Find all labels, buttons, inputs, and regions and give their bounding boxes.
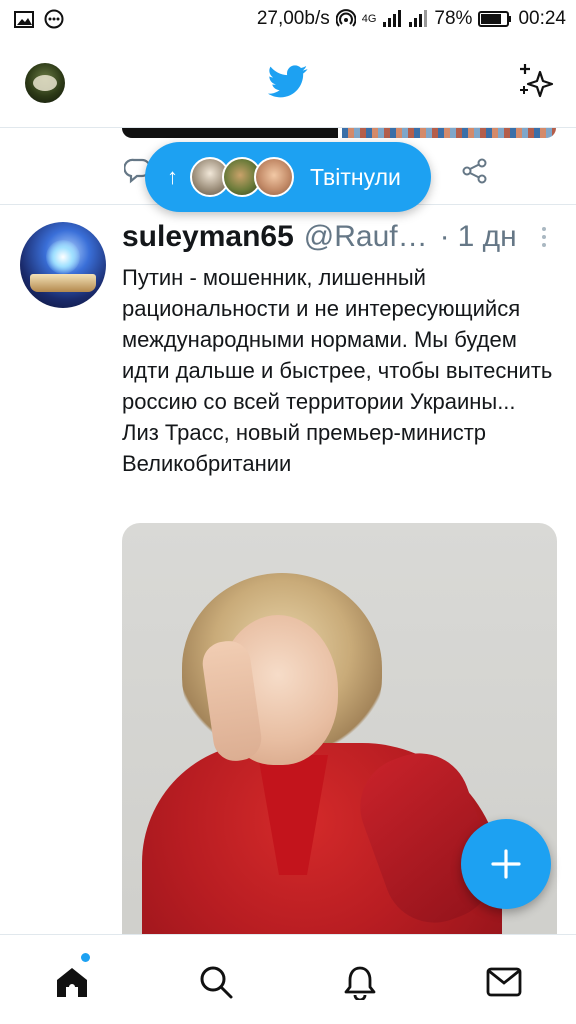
signal-icon xyxy=(382,10,402,28)
tweet-header: suleyman65 @Rauf… · 1 дн xyxy=(122,220,562,260)
share-icon[interactable] xyxy=(461,157,489,190)
new-tweets-label: Твітнули xyxy=(310,163,401,190)
previous-tweet-media[interactable] xyxy=(122,128,556,138)
gallery-icon xyxy=(14,10,34,28)
arrow-up-icon: ↑ xyxy=(167,164,178,189)
search-icon[interactable] xyxy=(196,962,236,1002)
twitter-bird-icon[interactable] xyxy=(268,65,308,104)
profile-avatar[interactable] xyxy=(25,63,65,103)
tweet-time[interactable]: 1 дн xyxy=(458,220,517,254)
more-notifications-icon xyxy=(44,9,64,29)
compose-tweet-button[interactable] xyxy=(461,819,551,909)
messages-icon[interactable] xyxy=(484,962,524,1002)
app-header xyxy=(0,38,576,128)
tweet-separator: · xyxy=(439,220,450,253)
tweet-display-name[interactable]: suleyman65 xyxy=(122,220,294,254)
status-bar: 27,00b/s 4G 78% 00:24 xyxy=(0,0,576,38)
clock: 00:24 xyxy=(518,8,566,29)
tweet-handle[interactable]: @Rauf… xyxy=(304,220,428,254)
hotspot-icon xyxy=(335,9,356,29)
avatar xyxy=(254,157,294,197)
signal-icon-2 xyxy=(408,10,428,28)
network-speed: 27,00b/s xyxy=(256,8,330,29)
sparkle-icon[interactable] xyxy=(516,62,556,107)
tweet-author-avatar[interactable] xyxy=(20,222,106,308)
battery-icon xyxy=(478,10,512,28)
network-type: 4G xyxy=(361,13,377,25)
plus-icon xyxy=(491,849,521,879)
home-icon[interactable] xyxy=(52,962,92,1002)
more-options-icon[interactable] xyxy=(538,226,550,248)
notifications-icon[interactable] xyxy=(340,962,380,1002)
tweet-text: Путин - мошенник, лишенный рациональност… xyxy=(122,265,553,476)
new-tweets-avatars xyxy=(190,157,294,197)
bottom-navigation xyxy=(0,934,576,1024)
battery-percent: 78% xyxy=(434,8,473,29)
new-tweets-button[interactable]: ↑ Твітнули xyxy=(145,142,431,212)
home-unread-badge xyxy=(81,953,90,962)
